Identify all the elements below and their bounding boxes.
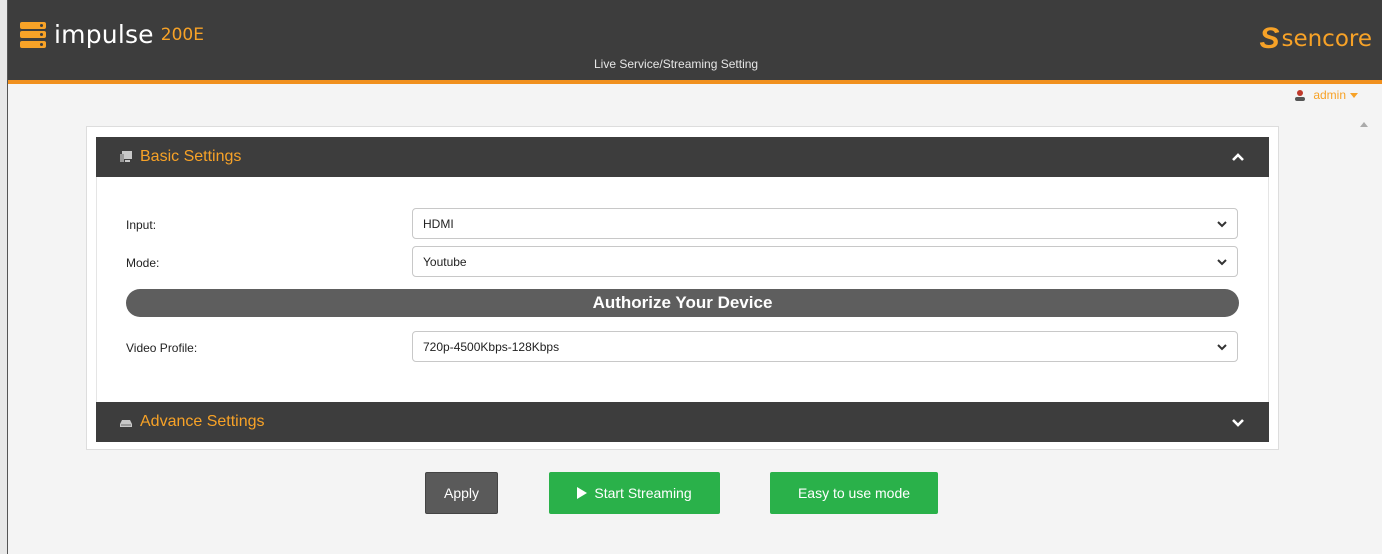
chevron-down-icon xyxy=(1217,344,1227,351)
basic-settings-header[interactable]: Basic Settings xyxy=(96,137,1269,177)
scroll-up-arrow[interactable] xyxy=(1360,122,1368,127)
input-select[interactable]: HDMI xyxy=(412,208,1238,239)
chevron-up-icon[interactable] xyxy=(1231,150,1245,164)
header-accent-line xyxy=(8,80,1382,84)
product-model: 200E xyxy=(160,24,204,45)
advance-settings-title: Advance Settings xyxy=(140,413,265,430)
start-streaming-label: Start Streaming xyxy=(594,485,692,501)
user-name: admin xyxy=(1313,88,1346,102)
brand-logo: S sencore xyxy=(1259,22,1372,55)
easy-mode-label: Easy to use mode xyxy=(797,485,911,501)
video-profile-select-value: 720p-4500Kbps-128Kbps xyxy=(423,340,560,354)
apply-button[interactable]: Apply xyxy=(425,472,498,514)
advance-settings-header[interactable]: Advance Settings xyxy=(96,402,1269,442)
input-select-value: HDMI xyxy=(423,217,454,231)
brand-name: sencore xyxy=(1281,26,1372,52)
page-title: Live Service/Streaming Setting xyxy=(594,57,759,71)
basic-settings-body: Input: HDMI Mode: Youtube Authorize Your… xyxy=(96,177,1269,402)
start-streaming-button[interactable]: Start Streaming xyxy=(549,472,720,514)
window-left-edge xyxy=(0,0,8,554)
settings-panel: Basic Settings Input: HDMI Mode: Youtube… xyxy=(86,126,1279,450)
authorize-device-button[interactable]: Authorize Your Device xyxy=(126,289,1239,317)
sencore-s-icon: S xyxy=(1259,22,1280,55)
video-profile-select[interactable]: 720p-4500Kbps-128Kbps xyxy=(412,331,1238,362)
apply-button-label: Apply xyxy=(443,485,480,501)
chevron-down-icon xyxy=(1217,221,1227,228)
product-name: impulse xyxy=(54,20,154,49)
chevron-down-icon xyxy=(1217,259,1227,266)
server-stack-icon xyxy=(20,21,46,48)
easy-mode-button[interactable]: Easy to use mode xyxy=(770,472,938,514)
caret-down-icon xyxy=(1350,92,1358,98)
play-icon xyxy=(577,487,588,499)
user-icon xyxy=(1295,90,1306,101)
mode-select-value: Youtube xyxy=(423,255,467,269)
video-profile-label: Video Profile: xyxy=(126,341,198,355)
input-label: Input: xyxy=(126,218,157,232)
basic-settings-title: Basic Settings xyxy=(140,148,242,165)
user-menu[interactable]: admin xyxy=(1294,88,1358,102)
product-logo: impulse 200E xyxy=(20,20,204,49)
mode-label: Mode: xyxy=(126,256,160,270)
mode-select[interactable]: Youtube xyxy=(412,246,1238,277)
chevron-down-icon[interactable] xyxy=(1231,415,1245,429)
monitor-icon xyxy=(120,151,132,162)
drive-icon xyxy=(120,420,132,427)
